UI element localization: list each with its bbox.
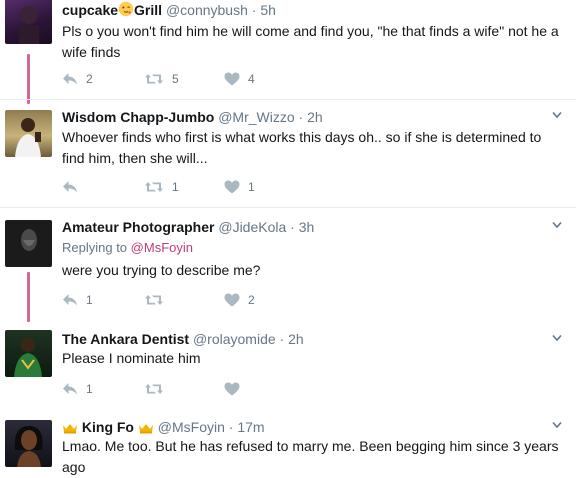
heart-icon (224, 382, 240, 396)
reply-button[interactable]: 2 (62, 70, 93, 88)
handle[interactable]: @JideKola (218, 219, 286, 235)
reply-count: 2 (86, 72, 93, 86)
avatar[interactable] (5, 420, 52, 467)
chevron-down-icon[interactable] (552, 421, 562, 429)
tweet-header: King Fo @MsFoyin · 17m (62, 418, 265, 438)
thread-line (27, 54, 30, 104)
handle[interactable]: @rolayomide (193, 331, 276, 347)
display-name[interactable]: King Fo (62, 419, 154, 435)
display-name[interactable]: The Ankara Dentist (62, 331, 189, 347)
tweet-header: Wisdom Chapp-Jumbo @Mr_Wizzo · 2h (62, 108, 323, 126)
retweet-icon (144, 72, 164, 86)
tweet-header: Amateur Photographer @JideKola · 3h (62, 218, 314, 236)
reply-icon (62, 382, 78, 396)
tweet-header: The Ankara Dentist @rolayomide · 2h (62, 330, 304, 348)
avatar[interactable] (5, 330, 52, 377)
like-button[interactable] (224, 380, 248, 398)
heart-icon (224, 293, 240, 307)
retweet-button[interactable]: 5 (144, 70, 179, 88)
timestamp[interactable]: 17m (237, 419, 264, 435)
chevron-down-icon[interactable] (552, 221, 562, 229)
face-blowing-kiss-emoji (118, 1, 134, 21)
reply-icon (62, 180, 78, 194)
tweet-text: Lmao. Me too. But he has refused to marr… (62, 438, 559, 475)
like-button[interactable]: 1 (224, 178, 255, 196)
reply-count: 1 (86, 293, 93, 307)
tweet-text: Pls o you won't find him he will come an… (62, 23, 559, 60)
like-button[interactable]: 4 (224, 70, 255, 88)
separator-dot: · (279, 331, 285, 347)
divider (0, 207, 576, 208)
tweet-text: Please I nominate him (62, 350, 201, 366)
handle[interactable]: @MsFoyin (158, 419, 225, 435)
thread-line (27, 272, 30, 322)
chevron-down-icon[interactable] (552, 111, 562, 119)
separator-dot: · (251, 2, 257, 18)
retweet-icon (144, 180, 164, 194)
separator-dot: · (228, 419, 234, 435)
separator-dot: · (298, 109, 304, 125)
like-button[interactable]: 2 (224, 291, 255, 309)
reply-count: 1 (86, 382, 93, 396)
reply-button[interactable] (62, 178, 86, 196)
separator-dot: · (290, 219, 295, 235)
replying-label: Replying to (62, 240, 128, 255)
heart-icon (224, 180, 240, 194)
retweet-button[interactable] (144, 380, 172, 398)
replying-to: Replying to @MsFoyin (62, 240, 193, 255)
reply-button[interactable]: 1 (62, 291, 93, 309)
avatar[interactable] (5, 220, 52, 267)
retweet-icon (144, 382, 164, 396)
retweet-count: 5 (172, 72, 179, 86)
tweet-text: were you trying to describe me? (62, 262, 261, 278)
chevron-down-icon[interactable] (552, 334, 562, 342)
avatar[interactable] (5, 0, 52, 44)
heart-icon (224, 72, 240, 86)
like-count: 2 (248, 293, 255, 307)
timestamp[interactable]: 5h (260, 2, 276, 18)
avatar[interactable] (5, 110, 52, 157)
handle[interactable]: @connybush (166, 2, 248, 18)
like-count: 1 (248, 180, 255, 194)
display-name[interactable]: Wisdom Chapp-Jumbo (62, 109, 214, 125)
timestamp[interactable]: 2h (307, 109, 323, 125)
retweet-count: 1 (172, 180, 179, 194)
reply-button[interactable]: 1 (62, 380, 93, 398)
tweet-header: cupcake Grill @connybush · 5h (62, 1, 276, 21)
timestamp[interactable]: 2h (288, 331, 304, 347)
like-count: 4 (248, 72, 255, 86)
divider (0, 99, 576, 100)
handle[interactable]: @Mr_Wizzo (218, 109, 294, 125)
tweet-text: Whoever finds who first is what works th… (62, 129, 542, 166)
display-name[interactable]: Amateur Photographer (62, 219, 214, 235)
retweet-button[interactable] (144, 291, 172, 309)
reply-icon (62, 72, 78, 86)
display-name[interactable]: cupcake Grill (62, 1, 162, 21)
retweet-icon (144, 293, 164, 307)
reply-icon (62, 293, 78, 307)
timestamp[interactable]: 3h (299, 219, 315, 235)
retweet-button[interactable]: 1 (144, 178, 179, 196)
replying-to-link[interactable]: @MsFoyin (131, 240, 193, 255)
